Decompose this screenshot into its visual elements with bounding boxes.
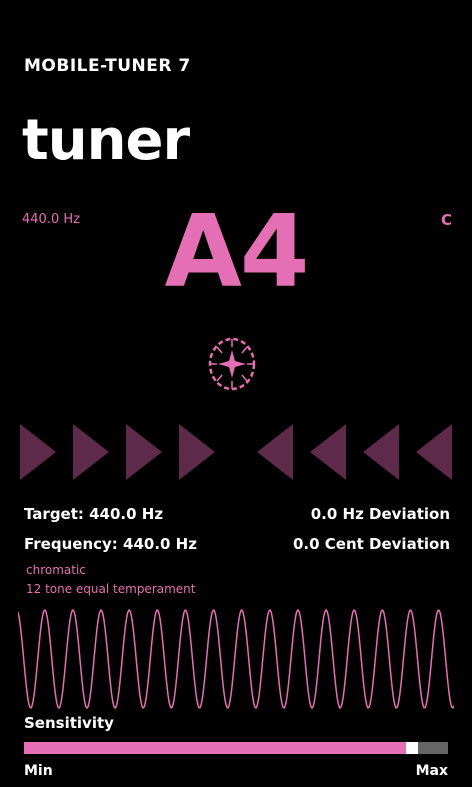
sensitivity-max-label: Max bbox=[415, 763, 448, 779]
slider-fill bbox=[24, 742, 406, 754]
sensitivity-slider[interactable] bbox=[24, 742, 448, 754]
tuning-mode[interactable]: chromatic bbox=[26, 563, 86, 577]
left-pointing-arrow-icon bbox=[257, 424, 293, 480]
right-pointing-arrow-icon bbox=[73, 424, 109, 480]
hz-deviation: 0.0 Hz Deviation bbox=[310, 505, 450, 523]
sensitivity-min-label: Min bbox=[24, 763, 53, 779]
right-pointing-arrow-icon bbox=[126, 424, 162, 480]
page-title: tuner bbox=[22, 108, 190, 173]
right-pointing-arrow-icon bbox=[179, 424, 215, 480]
temperament[interactable]: 12 tone equal temperament bbox=[26, 582, 196, 596]
right-pointing-arrow-icon bbox=[20, 424, 56, 480]
left-pointing-arrow-icon bbox=[310, 424, 346, 480]
deviation-arrows bbox=[20, 424, 452, 480]
app-title: MOBILE-TUNER 7 bbox=[24, 56, 191, 76]
waveform bbox=[18, 608, 454, 710]
detected-note: A4 bbox=[164, 193, 310, 310]
slider-thumb[interactable] bbox=[406, 742, 418, 754]
sensitivity-label: Sensitivity bbox=[24, 714, 114, 732]
left-pointing-arrow-icon bbox=[416, 424, 452, 480]
target-frequency: Target: 440.0 Hz bbox=[24, 505, 164, 523]
cent-deviation: 0.0 Cent Deviation bbox=[292, 535, 450, 553]
detected-frequency: Frequency: 440.0 Hz bbox=[24, 535, 197, 553]
tuning-wheel-icon bbox=[208, 337, 256, 391]
left-pointing-arrow-icon bbox=[363, 424, 399, 480]
